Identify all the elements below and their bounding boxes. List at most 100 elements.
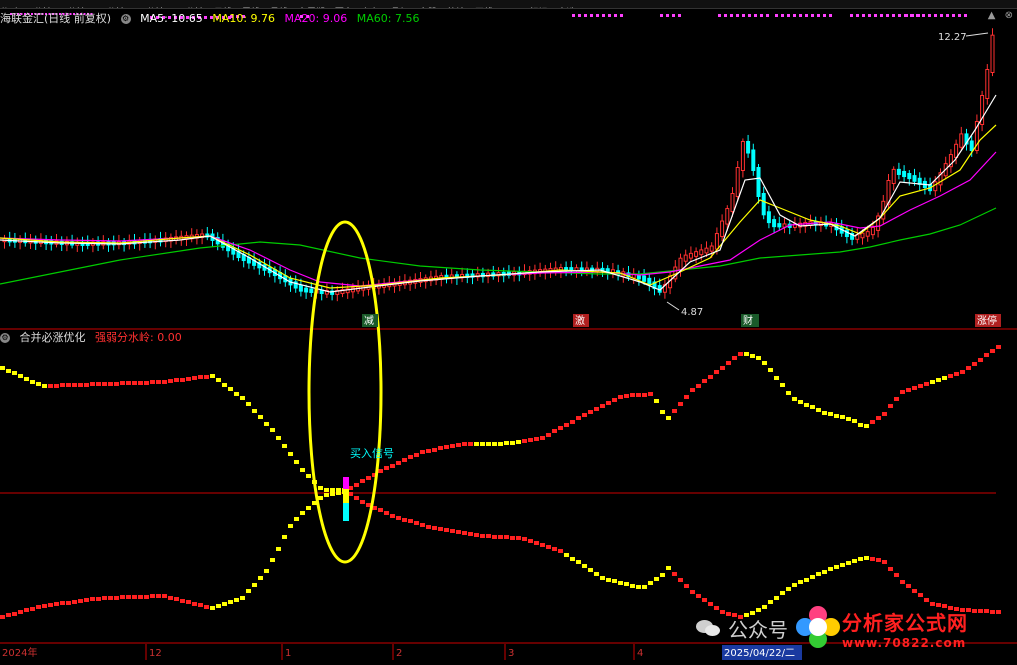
indicator-step (90, 382, 95, 386)
toolbar-item-18[interactable]: 自选 (558, 8, 576, 9)
indicator-step (294, 517, 299, 521)
toolbar-item-1[interactable]: 1分钟 (28, 8, 52, 9)
indicator-step (636, 585, 641, 589)
indicator-step (480, 442, 485, 446)
signal-dot (754, 14, 757, 17)
indicator-step (594, 407, 599, 411)
indicator-step (654, 399, 659, 403)
indicator-step (246, 589, 251, 593)
candle (735, 167, 740, 197)
event-tag-3[interactable]: 财 (741, 314, 759, 327)
settings-gear-icon[interactable]: ⚙ (120, 14, 131, 24)
candle (304, 287, 309, 293)
toolbar-item-16[interactable]: F10 (503, 8, 520, 9)
toolbar-item-12[interactable]: 叠加 (391, 8, 409, 9)
signal-dot (572, 14, 575, 17)
indicator-step (72, 383, 77, 387)
indicator-step (858, 423, 863, 427)
indicator-step (222, 383, 227, 387)
signal-dot (748, 14, 751, 17)
indicator-settings-icon[interactable]: ⚙ (0, 333, 10, 343)
indicator-step (420, 450, 425, 454)
candle (720, 220, 725, 238)
toolbar-item-2[interactable]: 5分钟 (62, 8, 86, 9)
indicator-step (0, 366, 5, 370)
toolbar-item-17[interactable]: 标记 (530, 8, 548, 9)
indicator-step (96, 382, 101, 386)
toolbar-item-10[interactable]: 更多 (335, 8, 353, 9)
indicator-step (324, 493, 329, 497)
indicator-step (54, 384, 59, 388)
indicator-step (996, 610, 1001, 614)
toolbar-item-15[interactable]: 画线 (475, 8, 493, 9)
indicator-step (966, 366, 971, 370)
indicator-step (6, 613, 11, 617)
indicator-step (930, 380, 935, 384)
toolbar-item-11[interactable]: 复权 (363, 8, 381, 9)
indicator-step (648, 392, 653, 396)
indicator-step (42, 384, 47, 388)
indicator-name[interactable]: 合并必涨优化 (20, 331, 86, 344)
indicator-step (624, 394, 629, 398)
indicator-upper-line (0, 345, 1001, 492)
toolbar-item-5[interactable]: 60分钟 (174, 8, 203, 9)
indicator-step (360, 500, 365, 504)
indicator-step (690, 388, 695, 392)
collapse-icon[interactable]: ▲ (988, 10, 996, 21)
indicator-step (414, 453, 419, 457)
indicator-step (558, 549, 563, 553)
signal-dot (775, 14, 778, 17)
indicator-step (870, 557, 875, 561)
indicator-step (390, 514, 395, 518)
svg-text:涨停: 涨停 (977, 314, 997, 327)
indicator-step (192, 376, 197, 380)
toolbar-item-3[interactable]: 15分钟 (95, 8, 124, 9)
toolbar-item-14[interactable]: 统计 (447, 8, 465, 9)
event-tag-1[interactable]: 减 (362, 314, 378, 327)
candle (694, 251, 699, 257)
indicator-step (618, 581, 623, 585)
indicator-step (744, 352, 749, 356)
indicator-step (876, 416, 881, 420)
signal-dot (766, 14, 769, 17)
indicator-step (612, 398, 617, 402)
indicator-step (78, 383, 83, 387)
site-url: www.70822.com (842, 635, 967, 650)
indicator-step (396, 461, 401, 465)
toolbar-item-0[interactable]: 分时 (0, 8, 18, 9)
toolbar-item-13[interactable]: 多股 (419, 8, 437, 9)
indicator-step (564, 553, 569, 557)
indicator-step (642, 393, 647, 397)
toolbar-item-9[interactable]: 多周期 (298, 8, 325, 9)
indicator-step (906, 584, 911, 588)
indicator-step (216, 378, 221, 382)
candle (772, 219, 777, 228)
indicator-step (978, 358, 983, 362)
toolbar-item-8[interactable]: 月线 (270, 8, 288, 9)
indicator-step (834, 565, 839, 569)
indicator-step (822, 411, 827, 415)
period-toolbar: 分时 1分钟 5分钟 15分钟 30分钟 60分钟 日线 周线 月线 多周期 更多 复权 叠加 多股 统计 画… (0, 0, 1017, 9)
indicator-step (816, 408, 821, 412)
indicator-step (126, 595, 131, 599)
indicator-step (882, 560, 887, 564)
indicator-step (768, 368, 773, 372)
toolbar-item-6[interactable]: 日线 (214, 8, 232, 9)
indicator-step (894, 397, 899, 401)
indicator-step (900, 580, 905, 584)
x-label-4: 4 (637, 648, 643, 659)
indicator-step (198, 603, 203, 607)
indicator-step (486, 534, 491, 538)
toolbar-item-7[interactable]: 周线 (242, 8, 260, 9)
indicator-step (228, 387, 233, 391)
indicator-step (66, 383, 71, 387)
indicator-step (546, 433, 551, 437)
indicator-step (972, 362, 977, 366)
candle (969, 140, 974, 151)
close-icon[interactable]: ⊗ (1005, 10, 1013, 21)
wechat-watermark: 公众号 (696, 614, 788, 643)
toolbar-item-4[interactable]: 30分钟 (135, 8, 164, 9)
event-tag-2[interactable]: 激 (573, 314, 589, 327)
event-tag-4[interactable]: 涨停 (975, 314, 1001, 327)
signal-dot (608, 14, 611, 17)
